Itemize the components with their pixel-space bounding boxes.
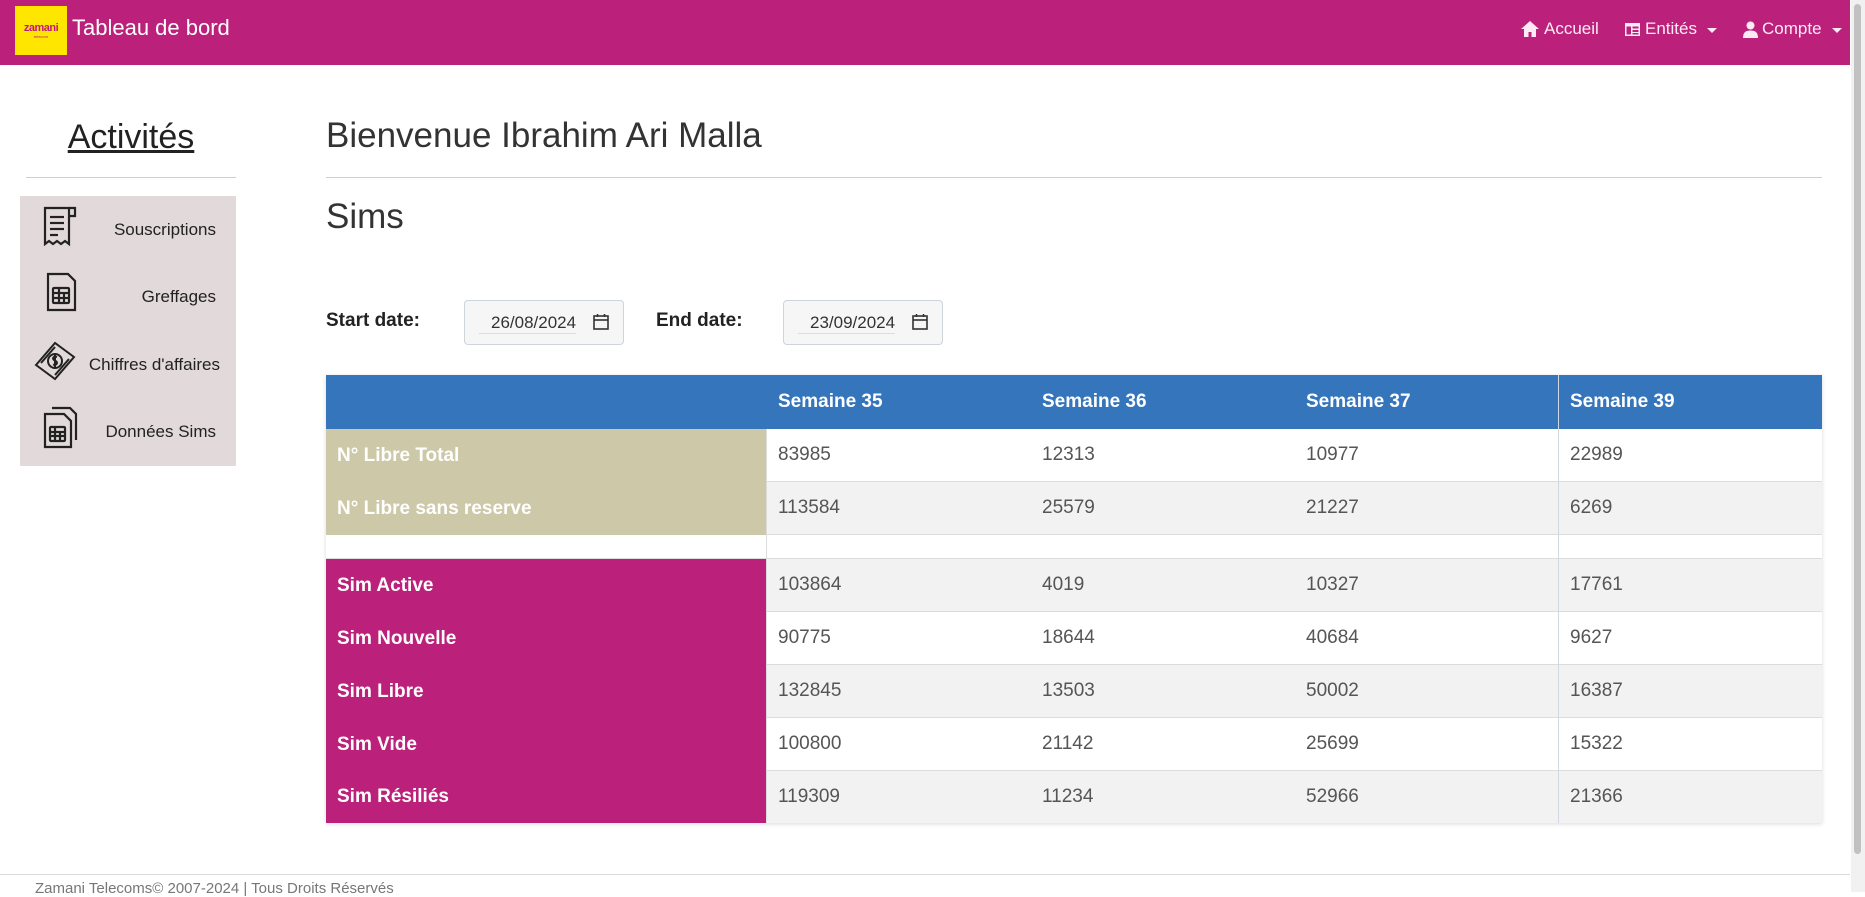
table-cell: 11234 xyxy=(1030,771,1294,823)
sims-table: Semaine 35 Semaine 36 Semaine 37 Semaine… xyxy=(326,375,1822,823)
table-cell: 13503 xyxy=(1030,665,1294,718)
table-cell: 21366 xyxy=(1558,771,1822,823)
start-date-label: Start date: xyxy=(326,310,420,331)
table-cell: 100800 xyxy=(766,718,1030,771)
table-cell: 132845 xyxy=(766,665,1030,718)
start-date-value: 26/08/2024 xyxy=(479,313,577,334)
scrollbar-thumb[interactable] xyxy=(1854,4,1861,854)
table-cell: 16387 xyxy=(1558,665,1822,718)
money-icon xyxy=(34,341,76,381)
nav-accueil-label: Accueil xyxy=(1544,19,1599,38)
section-title: Sims xyxy=(326,197,404,236)
end-date-label: End date: xyxy=(656,310,743,331)
table-cell: 103864 xyxy=(766,559,1030,612)
table-cell: 113584 xyxy=(766,482,1030,535)
table-header-cell: Semaine 39 xyxy=(1558,375,1822,429)
sim-cards-icon xyxy=(43,406,78,449)
welcome-heading: Bienvenue Ibrahim Ari Malla xyxy=(326,116,762,155)
row-label: Sim Active xyxy=(326,559,766,612)
sidebar-item-label: Données Sims xyxy=(105,422,216,441)
end-date-value: 23/09/2024 xyxy=(798,313,896,334)
table-cell: 6269 xyxy=(1558,482,1822,535)
footer-copyright: Zamani Telecoms© 2007-2024 | Tous Droits… xyxy=(35,880,394,897)
sidebar-item-greffages[interactable]: Greffages xyxy=(20,263,236,323)
table-cell: 21142 xyxy=(1030,718,1294,771)
table-header-cell xyxy=(326,375,766,429)
brand-title[interactable]: Tableau de bord xyxy=(72,15,230,41)
sim-card-icon xyxy=(46,272,77,312)
table-cell: 50002 xyxy=(1294,665,1558,718)
chevron-down-icon xyxy=(1706,27,1717,33)
nav-accueil[interactable]: Accueil xyxy=(1520,19,1599,39)
nav-compte[interactable]: Compte xyxy=(1743,19,1842,39)
table-cell: 25579 xyxy=(1030,482,1294,535)
column-divider xyxy=(1558,375,1559,823)
row-label: N° Libre Total xyxy=(326,429,766,482)
spacer-row xyxy=(326,535,1822,559)
user-icon xyxy=(1743,21,1758,38)
end-date-input[interactable]: 23/09/2024 xyxy=(783,300,943,345)
nav-entites[interactable]: Entités xyxy=(1624,19,1717,39)
table-icon xyxy=(1625,22,1640,36)
table-header-cell: Semaine 35 xyxy=(766,375,1030,429)
sidebar-divider xyxy=(26,177,236,178)
top-navbar: zamani telecom Tableau de bord Accueil E… xyxy=(0,0,1850,65)
receipt-icon xyxy=(43,206,77,247)
sidebar-item-label: Chiffres d'affaires xyxy=(88,355,220,374)
sidebar-menu: Souscriptions Greffages Chiffres d'affai… xyxy=(20,196,236,466)
table-cell: 21227 xyxy=(1294,482,1558,535)
table-cell: 12313 xyxy=(1030,429,1294,482)
home-icon xyxy=(1521,21,1539,37)
sidebar-item-label: Greffages xyxy=(141,287,216,306)
table-cell: 22989 xyxy=(1558,429,1822,482)
sidebar-item-chiffres[interactable]: Chiffres d'affaires xyxy=(20,331,236,391)
row-label: Sim Résiliés xyxy=(326,771,766,823)
table-cell: 10327 xyxy=(1294,559,1558,612)
calendar-icon[interactable] xyxy=(593,313,609,330)
table-cell: 52966 xyxy=(1294,771,1558,823)
start-date-input[interactable]: 26/08/2024 xyxy=(464,300,624,345)
table-header-cell: Semaine 37 xyxy=(1294,375,1558,429)
table-header-cell: Semaine 36 xyxy=(1030,375,1294,429)
table-cell: 90775 xyxy=(766,612,1030,665)
row-label: Sim Libre xyxy=(326,665,766,718)
table-cell: 40684 xyxy=(1294,612,1558,665)
table-cell: 15322 xyxy=(1558,718,1822,771)
sidebar-title: Activités xyxy=(67,118,195,156)
chevron-down-icon xyxy=(1831,27,1842,33)
table-cell: 10977 xyxy=(1294,429,1558,482)
row-label: Sim Vide xyxy=(326,718,766,771)
table-cell: 4019 xyxy=(1030,559,1294,612)
table-cell: 18644 xyxy=(1030,612,1294,665)
table-cell: 83985 xyxy=(766,429,1030,482)
column-divider xyxy=(766,429,767,823)
table-cell: 17761 xyxy=(1558,559,1822,612)
nav-entites-label: Entités xyxy=(1645,19,1697,38)
nav-compte-label: Compte xyxy=(1762,19,1822,38)
sidebar-item-label: Souscriptions xyxy=(113,220,216,239)
logo-subtext: telecom xyxy=(33,33,48,39)
row-label: N° Libre sans reserve xyxy=(326,482,766,535)
calendar-icon[interactable] xyxy=(912,313,928,330)
table-cell: 25699 xyxy=(1294,718,1558,771)
table-cell: 119309 xyxy=(766,771,1030,823)
footer-divider xyxy=(0,874,1850,875)
sidebar-item-souscriptions[interactable]: Souscriptions xyxy=(20,196,236,256)
main-divider xyxy=(326,177,1822,178)
brand-logo[interactable]: zamani telecom xyxy=(15,6,67,55)
table-cell: 9627 xyxy=(1558,612,1822,665)
logo-text: zamani xyxy=(23,21,59,34)
sidebar-item-donnees-sims[interactable]: Données Sims xyxy=(20,398,236,458)
row-label: Sim Nouvelle xyxy=(326,612,766,665)
